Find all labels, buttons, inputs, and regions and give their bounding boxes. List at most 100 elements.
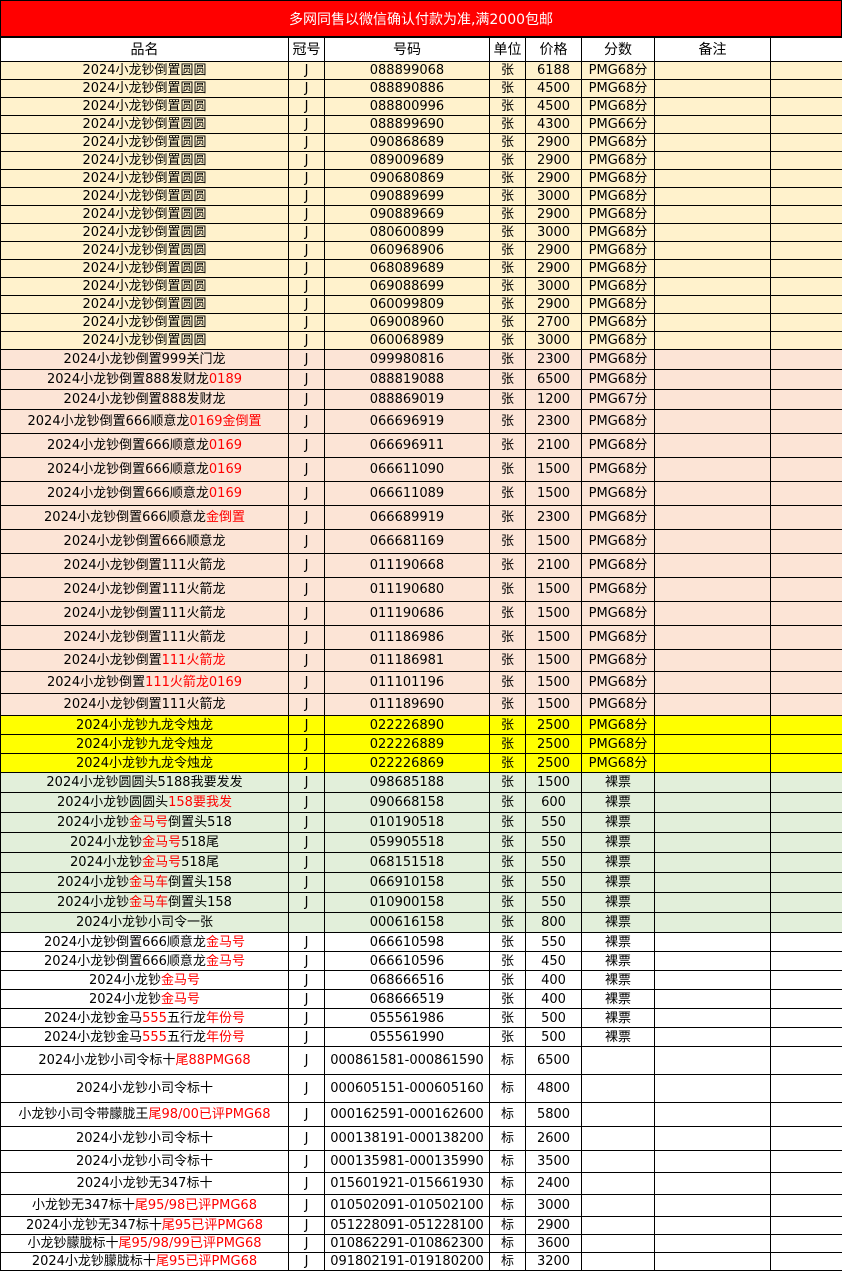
cell-crown: J: [288, 187, 325, 206]
cell-crown: [288, 912, 325, 933]
cell-name: 2024小龙钞倒置888发财龙0189: [0, 369, 289, 390]
cell-name: 2024小龙钞倒置666顺意龙0169: [0, 457, 289, 482]
cell-unit: 张: [489, 912, 526, 933]
cell-unit: 张: [489, 1008, 526, 1028]
price-sheet: 多网同售以微信确认付款为准,满2000包邮 品名 冠号 号码 单位 价格 分数 …: [0, 0, 842, 1271]
cell-price: 2500: [525, 753, 582, 773]
name-segment: 2024小龙钞小司令一张: [75, 915, 214, 930]
cell-extra: [770, 505, 842, 530]
cell-number: 088819088: [324, 369, 490, 390]
cell-extra: [770, 389, 842, 410]
table-row: 2024小龙钞九龙令烛龙 J 022226890 张 2500 PMG68分: [0, 715, 842, 735]
header-number: 号码: [324, 37, 490, 62]
cell-note: [654, 241, 771, 260]
cell-price: 550: [525, 852, 582, 873]
cell-unit: 张: [489, 715, 526, 735]
cell-number: 090680869: [324, 169, 490, 188]
cell-note: [654, 1216, 771, 1235]
cell-unit: 张: [489, 625, 526, 650]
cell-unit: 张: [489, 205, 526, 224]
cell-score: PMG68分: [581, 433, 655, 458]
cell-note: [654, 601, 771, 626]
cell-name: 2024小龙钞圆圆头5188我要发发: [0, 772, 289, 793]
cell-score: 裸票: [581, 1008, 655, 1028]
name-segment: 2024小龙钞倒置圆圆: [82, 153, 207, 168]
table-row: 2024小龙钞无347标十尾95已评PMG68 J 051228091-051228…: [0, 1216, 842, 1235]
cell-name: 2024小龙钞倒置999关门龙: [0, 349, 289, 370]
cell-unit: 张: [489, 1027, 526, 1047]
cell-unit: 张: [489, 223, 526, 242]
table-row: 2024小龙钞倒置111火箭龙 J 011186986 张 1500 PMG68分: [0, 625, 842, 650]
cell-note: [654, 1074, 771, 1103]
cell-name: 2024小龙钞无347标十尾95已评PMG68: [0, 1216, 289, 1235]
name-segment: 0169: [208, 486, 242, 501]
cell-extra: [770, 734, 842, 754]
table-row: 2024小龙钞无347标十 J 015601921-015661930 标 2400: [0, 1172, 842, 1195]
cell-name: 2024小龙钞倒置666顺意龙金马号: [0, 951, 289, 971]
cell-crown: J: [288, 951, 325, 971]
cell-name: 2024小龙钞倒置圆圆: [0, 133, 289, 152]
cell-number: 069008960: [324, 313, 490, 332]
cell-score: PMG68分: [581, 671, 655, 694]
table-row: 小龙钞无347标十尾95/98已评PMG68 J 010502091-0105021…: [0, 1194, 842, 1217]
cell-extra: [770, 1194, 842, 1217]
name-segment: 金马号: [129, 815, 169, 830]
cell-extra: [770, 792, 842, 813]
cell-note: [654, 1008, 771, 1028]
cell-unit: 标: [489, 1216, 526, 1235]
cell-price: 550: [525, 832, 582, 853]
header-extra: [770, 37, 842, 62]
table-row: 2024小龙钞小司令标十尾88PMG68 J 000861581-000861590…: [0, 1046, 842, 1075]
cell-price: 2100: [525, 553, 582, 578]
cell-name: 2024小龙钞倒置666顺意龙0169: [0, 481, 289, 506]
cell-unit: 标: [489, 1150, 526, 1173]
cell-name: 2024小龙钞小司令标十: [0, 1126, 289, 1151]
cell-crown: J: [288, 1102, 325, 1127]
name-segment: 2024小龙钞倒置111火箭龙: [63, 630, 226, 645]
name-segment: 518尾: [181, 855, 219, 870]
cell-price: 6188: [525, 61, 582, 80]
cell-name: 2024小龙钞倒置圆圆: [0, 97, 289, 116]
cell-score: PMG68分: [581, 259, 655, 278]
cell-price: 2300: [525, 409, 582, 434]
cell-score: 裸票: [581, 832, 655, 853]
cell-crown: J: [288, 1172, 325, 1195]
cell-note: [654, 389, 771, 410]
cell-name: 2024小龙钞倒置111火箭龙: [0, 693, 289, 716]
cell-crown: J: [288, 169, 325, 188]
table-row: 2024小龙钞倒置圆圆 J 090680869 张 2900 PMG68分: [0, 169, 842, 188]
cell-extra: [770, 295, 842, 314]
cell-note: [654, 852, 771, 873]
cell-note: [654, 151, 771, 170]
cell-extra: [770, 133, 842, 152]
cell-extra: [770, 187, 842, 206]
cell-score: PMG66分: [581, 115, 655, 134]
cell-crown: J: [288, 277, 325, 296]
cell-name: 2024小龙钞倒置111火箭龙: [0, 625, 289, 650]
cell-unit: 标: [489, 1234, 526, 1253]
name-segment: 2024小龙钞倒置111火箭龙: [63, 606, 226, 621]
table-row: 2024小龙钞圆圆头158要我发 J 090668158 张 600 裸票: [0, 792, 842, 813]
cell-score: 裸票: [581, 970, 655, 990]
cell-unit: 张: [489, 97, 526, 116]
cell-number: 088869019: [324, 389, 490, 410]
cell-extra: [770, 951, 842, 971]
cell-extra: [770, 577, 842, 602]
table-row: 2024小龙钞金马号 J 068666516 张 400 裸票: [0, 970, 842, 990]
cell-unit: 张: [489, 577, 526, 602]
cell-extra: [770, 932, 842, 952]
name-segment: 尾95/98/99已评PMG68: [118, 1236, 262, 1251]
cell-extra: [770, 457, 842, 482]
cell-extra: [770, 1102, 842, 1127]
cell-name: 2024小龙钞金马555五行龙年份号: [0, 1027, 289, 1047]
cell-price: 2500: [525, 715, 582, 735]
cell-number: 011190686: [324, 601, 490, 626]
cell-score: [581, 1172, 655, 1195]
cell-crown: J: [288, 205, 325, 224]
cell-score: 裸票: [581, 951, 655, 971]
cell-name: 2024小龙钞倒置圆圆: [0, 205, 289, 224]
cell-price: 2500: [525, 734, 582, 754]
cell-note: [654, 97, 771, 116]
name-segment: 五行龙: [166, 1010, 206, 1026]
cell-unit: 张: [489, 277, 526, 296]
